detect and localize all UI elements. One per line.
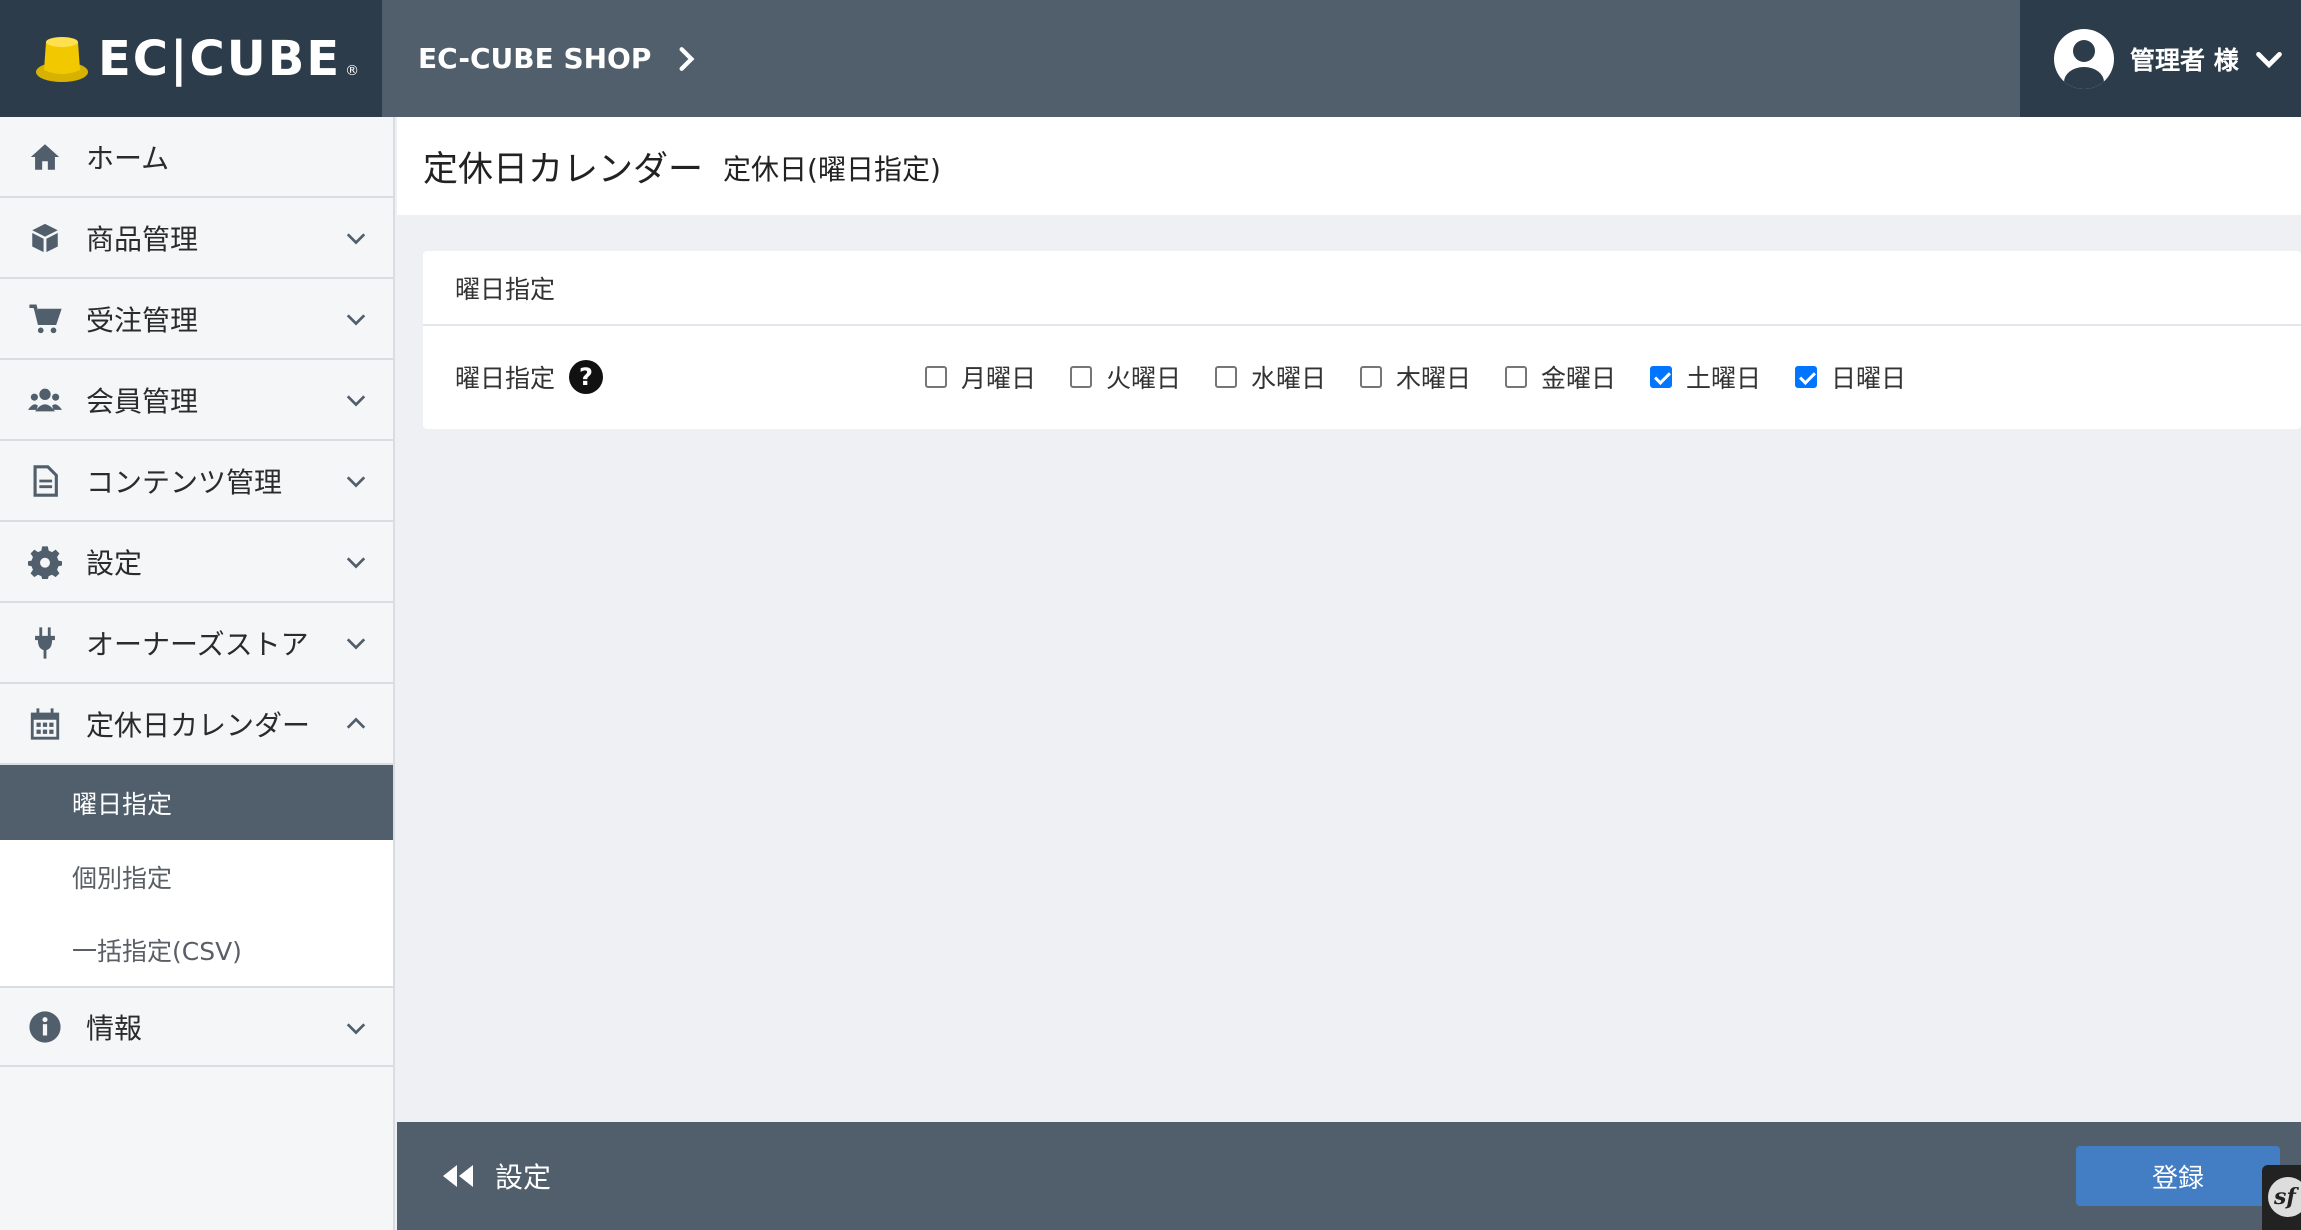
weekday-option-tue[interactable]: 火曜日	[1070, 359, 1215, 395]
checkbox-mon[interactable]	[925, 365, 947, 388]
logo-registered-mark: ®	[345, 62, 360, 79]
weekday-checkbox-group: 月曜日 火曜日 水曜日 木曜日 金曜日 土曜日 日曜日	[925, 326, 1940, 427]
calendar-icon	[28, 707, 62, 741]
back-link-label: 設定	[495, 1161, 552, 1194]
weekday-label: 土曜日	[1686, 363, 1762, 393]
chevron-down-icon	[346, 557, 366, 569]
chevron-down-icon	[346, 395, 366, 407]
plug-icon	[28, 626, 62, 660]
page-title: 定休日カレンダー	[423, 149, 704, 190]
chevron-down-icon	[346, 233, 366, 245]
sidebar-item-home[interactable]: ホーム	[0, 117, 393, 198]
gear-icon	[28, 545, 62, 579]
checkbox-sat[interactable]	[1650, 365, 1672, 388]
sidebar-item-label: ホーム	[86, 141, 170, 175]
weekday-label: 日曜日	[1831, 363, 1907, 393]
user-menu[interactable]: 管理者 様	[2020, 0, 2301, 117]
weekday-row-label: 曜日指定	[455, 363, 556, 393]
user-name-label: 管理者 様	[2130, 45, 2239, 75]
weekday-row: 曜日指定 ? 月曜日 火曜日 水曜日 木曜日 金曜日 土曜日 日曜日	[423, 326, 2301, 427]
logo-hat-icon	[34, 34, 90, 84]
weekday-label: 木曜日	[1396, 363, 1472, 393]
sidebar-item-info[interactable]: 情報	[0, 986, 393, 1067]
top-header: EC|CUBE ® EC-CUBE SHOP 管理者 様	[0, 0, 2301, 117]
sidebar-item-label: 設定	[86, 546, 143, 580]
sidebar-item-settings[interactable]: 設定	[0, 522, 393, 603]
home-icon	[28, 140, 62, 174]
chevron-down-icon	[2255, 51, 2282, 68]
ec-cube-logo[interactable]: EC|CUBE ®	[0, 0, 382, 117]
register-button[interactable]: 登録	[2076, 1146, 2280, 1206]
page-title-bar: 定休日カレンダー 定休日(曜日指定)	[397, 117, 2301, 215]
weekday-label: 月曜日	[961, 363, 1037, 393]
chevron-down-icon	[346, 314, 366, 326]
sidebar-item-products[interactable]: 商品管理	[0, 198, 393, 279]
sidebar-item-holiday-calendar[interactable]: 定休日カレンダー	[0, 684, 393, 765]
card-header: 曜日指定	[423, 251, 2301, 326]
sidebar-item-label: 情報	[86, 1011, 143, 1045]
help-icon[interactable]: ?	[569, 359, 604, 394]
sidebar-item-label: コンテンツ管理	[86, 465, 283, 499]
checkbox-wed[interactable]	[1215, 365, 1237, 388]
weekday-option-fri[interactable]: 金曜日	[1505, 359, 1650, 395]
box-icon	[28, 221, 62, 255]
info-icon	[28, 1010, 62, 1044]
sidebar-item-label: 受注管理	[86, 303, 199, 337]
holiday-calendar-submenu: 曜日指定 個別指定 一括指定(CSV)	[0, 765, 393, 986]
symfony-icon: sf	[2268, 1177, 2301, 1217]
weekday-label: 金曜日	[1541, 363, 1617, 393]
weekday-option-thu[interactable]: 木曜日	[1360, 359, 1505, 395]
chevron-down-icon	[346, 1023, 366, 1035]
back-to-settings-link[interactable]: 設定	[441, 1156, 551, 1196]
sidebar-item-label: 定休日カレンダー	[86, 708, 311, 742]
checkbox-thu[interactable]	[1360, 365, 1382, 388]
submenu-item-weekday[interactable]: 曜日指定	[0, 765, 393, 840]
users-icon	[28, 383, 62, 417]
document-icon	[28, 464, 62, 498]
sidebar-item-label: 商品管理	[86, 222, 199, 256]
weekday-option-sun[interactable]: 日曜日	[1795, 359, 1940, 395]
sidebar-item-label: 会員管理	[86, 384, 199, 418]
checkbox-fri[interactable]	[1505, 365, 1527, 388]
sidebar-nav: ホーム 商品管理 受注管理 会員管理 コンテンツ管理 設定 オーナーズストア 定…	[0, 117, 395, 1230]
shop-name-label: EC-CUBE SHOP	[418, 42, 652, 75]
chevron-down-icon	[346, 638, 366, 650]
sidebar-item-members[interactable]: 会員管理	[0, 360, 393, 441]
sidebar-item-label: オーナーズストア	[86, 627, 309, 661]
shop-name-link[interactable]: EC-CUBE SHOP	[418, 0, 699, 117]
sidebar-item-content[interactable]: コンテンツ管理	[0, 441, 393, 522]
checkbox-tue[interactable]	[1070, 365, 1092, 388]
sidebar-item-owners-store[interactable]: オーナーズストア	[0, 603, 393, 684]
weekday-option-mon[interactable]: 月曜日	[925, 359, 1070, 395]
cart-icon	[28, 302, 62, 336]
double-chevron-left-icon	[443, 1165, 473, 1187]
chevron-down-icon	[346, 476, 366, 488]
submenu-item-individual[interactable]: 個別指定	[0, 840, 393, 913]
weekday-card: 曜日指定 曜日指定 ? 月曜日 火曜日 水曜日 木曜日 金曜日 土曜日 日曜日	[423, 251, 2301, 429]
chevron-up-icon	[346, 717, 366, 729]
footer-bar: 設定	[397, 1122, 2301, 1230]
user-avatar-icon	[2054, 28, 2114, 89]
logo-text: EC|CUBE	[98, 30, 342, 87]
weekday-option-wed[interactable]: 水曜日	[1215, 359, 1360, 395]
chevron-right-icon	[679, 46, 695, 71]
symfony-toolbar-toggle[interactable]: sf	[2262, 1165, 2301, 1230]
submenu-item-bulk-csv[interactable]: 一括指定(CSV)	[0, 913, 393, 986]
weekday-label: 水曜日	[1251, 363, 1327, 393]
weekday-option-sat[interactable]: 土曜日	[1650, 359, 1795, 395]
weekday-label: 火曜日	[1106, 363, 1182, 393]
sidebar-item-orders[interactable]: 受注管理	[0, 279, 393, 360]
checkbox-sun[interactable]	[1795, 365, 1817, 388]
page-subtitle: 定休日(曜日指定)	[723, 153, 941, 186]
